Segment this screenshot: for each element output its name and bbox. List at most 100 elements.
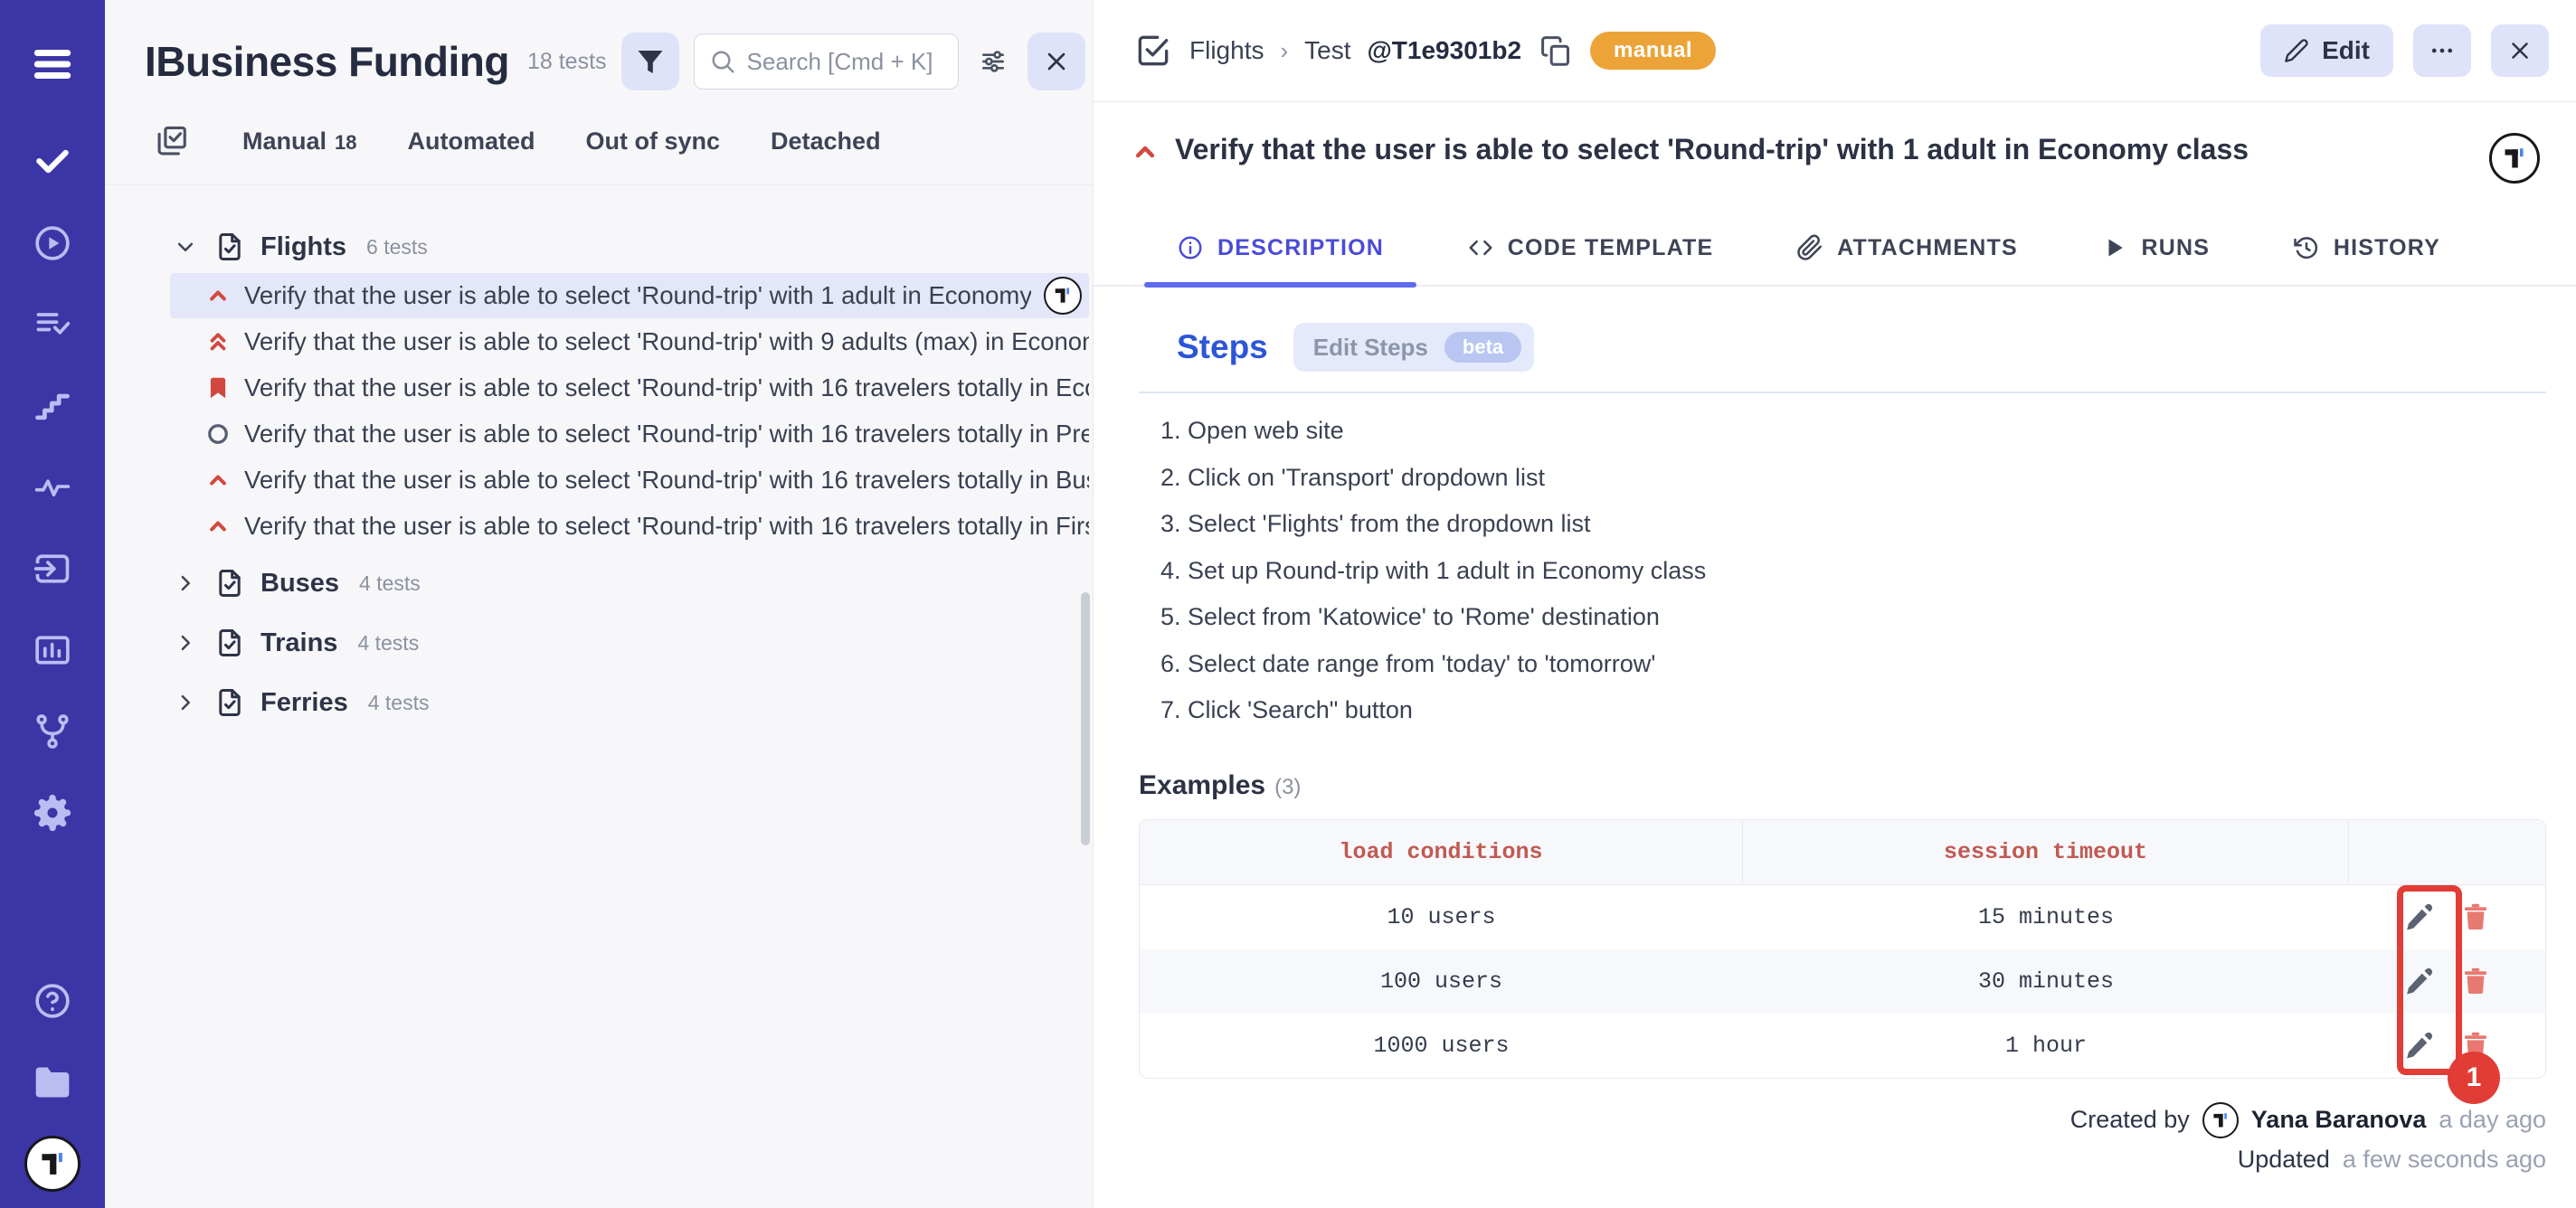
breadcrumb-test-label: Test (1304, 36, 1350, 65)
filter-settings-button[interactable] (973, 42, 1013, 81)
test-tree-item[interactable]: Verify that the user is able to select '… (170, 458, 1089, 503)
analytics-pulse-icon[interactable] (0, 447, 105, 528)
examples-cell: 30 minutes (1743, 949, 2349, 1014)
code-icon (1467, 234, 1494, 261)
test-tree-item[interactable]: Verify that the user is able to select '… (170, 273, 1089, 318)
pencil-icon (2284, 38, 2309, 63)
test-id: @T1e9301b2 (1368, 36, 1522, 65)
tab-history[interactable]: HISTORY (2293, 234, 2440, 285)
edit-row-button[interactable] (2404, 1030, 2435, 1061)
examples-count: (3) (1274, 775, 1301, 799)
folder-name: Ferries (260, 688, 348, 718)
row-actions (2349, 949, 2545, 1014)
filter-tab-detached[interactable]: Detached (771, 127, 881, 156)
milestones-stairs-icon[interactable] (0, 365, 105, 447)
tree-folder-buses[interactable]: Buses4 tests (105, 558, 1093, 609)
annotation-step-badge: 1 (2448, 1052, 2500, 1104)
examples-cell: 10 users (1140, 885, 1743, 949)
test-label: Verify that the user is able to select '… (244, 281, 1031, 310)
test-tree-item[interactable]: Verify that the user is able to select '… (170, 411, 1089, 457)
projects-folder-icon[interactable] (0, 1042, 105, 1123)
folder-test-count: 4 tests (357, 631, 419, 656)
import-signin-icon[interactable] (0, 528, 105, 609)
tests-check-icon[interactable] (0, 121, 105, 203)
test-label: Verify that the user is able to select '… (244, 466, 1089, 495)
testomat-logo-icon (24, 1136, 80, 1192)
tab-code-template[interactable]: CODE TEMPLATE (1467, 234, 1714, 285)
test-tree-item[interactable]: Verify that the user is able to select '… (170, 365, 1089, 411)
creator-avatar (2202, 1102, 2239, 1138)
folder-test-count: 4 tests (359, 571, 421, 596)
more-options-button[interactable] (2413, 24, 2471, 77)
status-badge: manual (1590, 32, 1716, 70)
branches-git-icon[interactable] (0, 691, 105, 772)
filter-tab-manual[interactable]: Manual18 (242, 127, 357, 156)
detail-tabs: DESCRIPTION CODE TEMPLATE ATTACHMENTS RUNS H… (1094, 234, 2576, 287)
bulk-select-button[interactable] (152, 121, 192, 161)
breadcrumb-separator: › (1280, 37, 1288, 65)
close-icon (1042, 47, 1071, 76)
examples-row: 10 users15 minutes (1140, 885, 2545, 949)
creator-name: Yana Baranova (2251, 1106, 2427, 1134)
filter-tab-automated[interactable]: Automated (408, 127, 535, 156)
updated-label: Updated (2238, 1146, 2330, 1174)
edit-steps-button[interactable]: Edit Steps beta (1293, 323, 1534, 372)
tree-folder-flights[interactable]: Flights 6 tests (105, 222, 1093, 272)
delete-row-button[interactable] (2460, 966, 2491, 996)
tree-scrollbar-thumb[interactable] (1081, 592, 1090, 845)
test-tree-item[interactable]: Verify that the user is able to select '… (170, 319, 1089, 364)
hamburger-menu-icon[interactable] (0, 24, 105, 105)
clipboard-check-icon (155, 124, 189, 158)
folder-name: Flights (260, 232, 346, 262)
edit-row-button[interactable] (2404, 966, 2435, 996)
step-item: 4. Set up Round-trip with 1 adult in Eco… (1160, 548, 2576, 595)
folder-test-count: 4 tests (368, 691, 430, 715)
filter-tab-out-of-sync[interactable]: Out of sync (586, 127, 721, 156)
runs-play-icon[interactable] (0, 203, 105, 284)
created-label: Created by (2070, 1106, 2190, 1134)
edit-button[interactable]: Edit (2260, 24, 2393, 77)
automation-badge (2489, 133, 2540, 184)
chevron-right-icon (172, 629, 199, 656)
tree-folder-ferries[interactable]: Ferries 4 tests (105, 677, 1093, 728)
breadcrumb-folder[interactable]: Flights (1189, 36, 1264, 65)
filter-tab-list: Manual18 Automated Out of sync Detached (242, 127, 881, 156)
edit-row-button[interactable] (2404, 901, 2435, 932)
test-title: Verify that the user is able to select '… (1175, 133, 2475, 166)
tab-attachments[interactable]: ATTACHMENTS (1796, 234, 2018, 285)
test-title-row: Verify that the user is able to select '… (1094, 102, 2576, 184)
step-item: 6. Select date range from 'today' to 'to… (1160, 641, 2576, 688)
tree-folder-trains[interactable]: Trains4 tests (105, 618, 1093, 668)
search-input[interactable] (747, 48, 943, 76)
user-avatar[interactable] (24, 1136, 80, 1192)
close-detail-button[interactable] (2491, 24, 2549, 77)
search-box[interactable] (694, 33, 959, 90)
plans-list-check-icon[interactable] (0, 284, 105, 365)
tests-panel: IBusiness Funding 18 tests Manual18Autom… (105, 0, 1093, 1208)
breadcrumb: Flights › Test @T1e9301b2 (1189, 36, 1521, 65)
chevron-down-icon (172, 233, 199, 260)
history-icon (2293, 234, 2320, 261)
copy-id-button[interactable] (1539, 34, 1572, 67)
updated-line: Updated a few seconds ago (1094, 1146, 2546, 1174)
reports-bar-chart-icon[interactable] (0, 609, 105, 691)
updated-time: a few seconds ago (2343, 1146, 2546, 1174)
testomat-logo-icon (2202, 1102, 2239, 1138)
filter-funnel-button[interactable] (621, 33, 679, 90)
close-filter-button[interactable] (1028, 33, 1085, 90)
funnel-icon (635, 46, 666, 77)
step-item: 5. Select from 'Katowice' to 'Rome' dest… (1160, 594, 2576, 641)
tab-description[interactable]: DESCRIPTION (1177, 234, 1384, 285)
examples-cell: 1000 users (1140, 1014, 1743, 1078)
help-question-icon[interactable] (0, 960, 105, 1042)
test-tree-item[interactable]: Verify that the user is able to select '… (170, 504, 1089, 549)
test-label: Verify that the user is able to select '… (244, 512, 1089, 541)
settings-gear-icon[interactable] (0, 772, 105, 854)
created-time: a day ago (2439, 1106, 2546, 1134)
file-check-icon (213, 567, 246, 599)
detail-header: Flights › Test @T1e9301b2 manual Edit (1094, 0, 2576, 102)
play-icon (2101, 234, 2128, 261)
delete-row-button[interactable] (2460, 901, 2491, 932)
tab-runs[interactable]: RUNS (2101, 234, 2211, 285)
folder-test-count: 6 tests (366, 235, 428, 260)
